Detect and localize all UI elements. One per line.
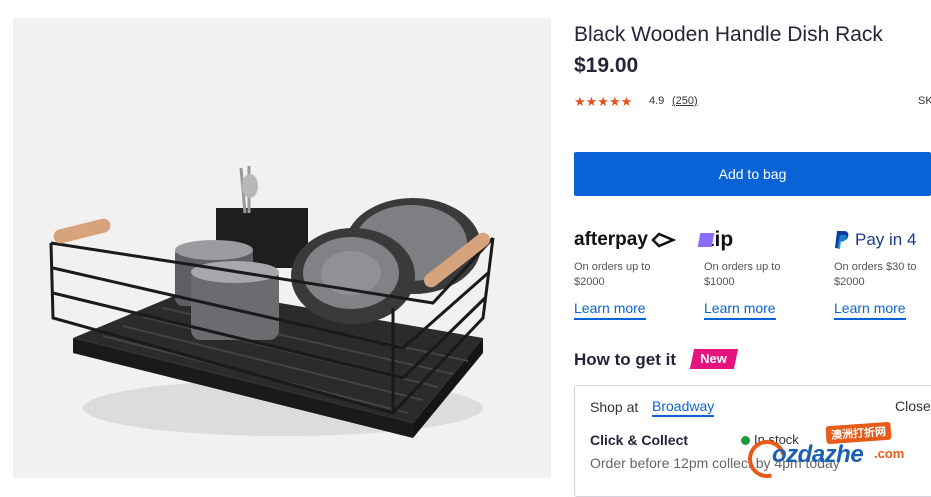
- afterpay-learn-more-link[interactable]: Learn more: [574, 300, 646, 320]
- rating-value: 4.9: [649, 95, 665, 107]
- reviews-link[interactable]: (250): [672, 95, 698, 107]
- paypal-option: Pay in 4 On orders $30 to $2000 Learn mo…: [834, 226, 931, 320]
- zip-accent-icon: [697, 233, 715, 247]
- paypal-icon: [835, 231, 849, 249]
- in-stock-icon: [741, 436, 750, 445]
- add-to-bag-button[interactable]: Add to bag: [574, 152, 931, 196]
- new-badge: New: [689, 349, 738, 369]
- paypal-logo: Pay in 4: [834, 226, 931, 254]
- rating-stars-icon: ★★★★★: [574, 94, 633, 109]
- afterpay-option: afterpay On orders up to $2000 Learn mor…: [574, 226, 694, 320]
- sku-label: SK: [918, 95, 931, 107]
- paypal-description: On orders $30 to $2000: [834, 261, 917, 288]
- product-title: Black Wooden Handle Dish Rack: [574, 23, 883, 46]
- how-to-get-it-heading: How to get it: [574, 350, 676, 369]
- shop-at-label: Shop at: [590, 399, 639, 415]
- zip-logo: zip: [697, 226, 824, 254]
- zip-learn-more-link[interactable]: Learn more: [704, 300, 776, 320]
- paypal-learn-more-link[interactable]: Learn more: [834, 300, 906, 320]
- afterpay-arrows-icon: [651, 232, 676, 248]
- zip-description: On orders up to $1000: [704, 261, 781, 288]
- store-selector-link[interactable]: Broadway: [652, 398, 715, 417]
- watermark-text: ozdazhe: [772, 441, 864, 468]
- product-image[interactable]: [13, 18, 551, 478]
- click-and-collect-label: Click & Collect: [590, 432, 689, 448]
- watermark-suffix: .com: [874, 446, 905, 461]
- product-price: $19.00: [574, 54, 639, 77]
- store-close-time: Close: [895, 398, 931, 414]
- afterpay-logo: afterpay: [574, 226, 694, 254]
- zip-option: zip On orders up to $1000 Learn more: [697, 226, 824, 320]
- afterpay-description: On orders up to $2000: [574, 261, 651, 288]
